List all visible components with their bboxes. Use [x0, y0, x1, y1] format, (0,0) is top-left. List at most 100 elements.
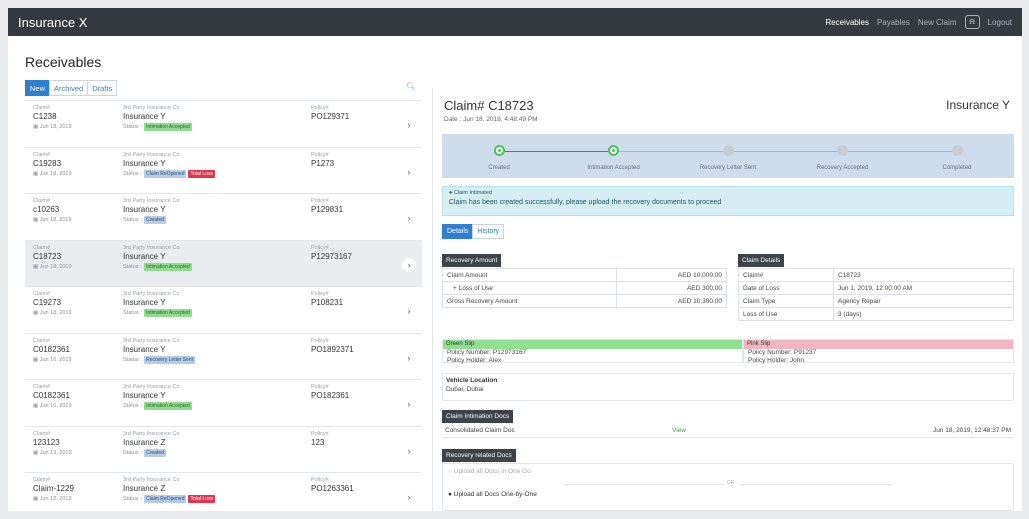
chevron-right-icon[interactable]: ›	[402, 444, 416, 458]
claim-detail-row: Claim Type Agency Repair	[738, 294, 1014, 308]
recovery-value: AED 10,300.00	[616, 294, 727, 308]
info-alert: ● Claim Intimated Claim has been created…	[442, 186, 1014, 216]
search-icon[interactable]: 🔍︎	[406, 82, 416, 91]
policy-label: Policy#	[311, 105, 329, 111]
claim-list-item[interactable]: Claim# C1238 ▦ Jun 18, 2019 3rd Party In…	[25, 100, 422, 147]
status-label: Status	[123, 263, 139, 270]
step-label: Created	[488, 165, 510, 171]
claim-list-item[interactable]: Claim# C0182361 ▦ Jun 16, 2019 3rd Party…	[25, 332, 422, 380]
insurer-name: Insurance Y	[123, 344, 166, 354]
claim-no-label: Claim#	[33, 430, 51, 437]
page-title: Receivables	[25, 54, 102, 70]
claim-detail-value: C18723	[833, 268, 1014, 282]
claim-date: Jun 18, 2019	[39, 170, 72, 177]
policy-no: 123	[311, 437, 325, 447]
policy-no: P108231	[311, 298, 344, 307]
insurer-label: 3rd Party Insurance Co	[123, 291, 180, 297]
chevron-right-icon[interactable]: ›	[402, 211, 416, 225]
bell-icon[interactable]: ⍾	[964, 15, 980, 29]
policy-no: P12973167	[311, 251, 352, 261]
claim-no-label: Claim#	[33, 477, 51, 483]
upload-options: ○ Upload all Docs in One Go OR ● Upload …	[442, 463, 1014, 511]
insurer-name: Insurance Y	[123, 391, 166, 400]
calendar-icon: ▦	[33, 356, 39, 363]
claim-no-label: Claim#	[33, 384, 51, 390]
policy-label: Policy#	[311, 477, 329, 483]
insurer-name: Insurance Z	[123, 484, 166, 493]
step-4: Recovery Accepted	[798, 145, 888, 171]
chevron-right-icon[interactable]: ›	[402, 257, 416, 272]
policy-label: Policy#	[311, 244, 329, 251]
nav-logout[interactable]: Logout	[988, 18, 1012, 27]
step-3: Recovery Letter Sent	[683, 145, 773, 171]
claim-list-item[interactable]: Claim# C19273 ▦ Jun 18, 2019 3rd Party I…	[25, 286, 422, 333]
status-badge: Intimation Accepted	[144, 402, 192, 410]
insurer-label: 3rd Party Insurance Co	[123, 430, 180, 437]
claim-no-label: Claim#	[33, 291, 51, 297]
policy-label: Policy#	[311, 291, 329, 297]
step-complete-icon	[608, 145, 619, 156]
recovery-value: AED 10,000.00	[616, 268, 727, 282]
radio-unchecked-icon[interactable]: ○	[448, 468, 452, 475]
claim-date: Jun 18, 2019	[39, 310, 72, 316]
claims-list-panel: New Archived Drafts 🔍︎ Claim# C1238 ▦ Ju…	[25, 80, 422, 511]
claim-list-item[interactable]: Claim# C18723 ▦ Jun 18, 2019 3rd Party I…	[25, 239, 422, 286]
nav-new-claim[interactable]: New Claim	[918, 18, 957, 27]
chevron-right-icon[interactable]: ›	[402, 397, 416, 411]
status-label: Status	[123, 403, 139, 409]
upload-each-option[interactable]: ● Upload all Docs One-by-One	[448, 491, 537, 498]
vehicle-location: Vehicle Location Dubai, Dubai	[442, 373, 1014, 401]
doc-row: Consolidated Claim Doc View Jun 18, 2019…	[442, 424, 1014, 438]
step-pending-icon	[837, 145, 848, 156]
calendar-icon: ▦	[33, 217, 39, 223]
chevron-right-icon[interactable]: ›	[402, 304, 416, 318]
claim-list-item[interactable]: Claim# C0182361 ▦ Jun 16, 2019 3rd Party…	[25, 379, 422, 426]
status-badge: Intimation Accepted	[144, 262, 192, 271]
brand-logo[interactable]: Insurance X	[18, 15, 87, 30]
insurer-name: Insurance Y	[123, 298, 166, 307]
status-label: Status	[123, 170, 139, 177]
tab-drafts[interactable]: Drafts	[87, 80, 118, 96]
chevron-right-icon[interactable]: ›	[402, 118, 416, 132]
chevron-right-icon[interactable]: ›	[402, 490, 416, 504]
insurer-label: 3rd Party Insurance Co	[123, 198, 180, 204]
green-slip: Green Slip Policy Number: P12973167 Poli…	[442, 339, 743, 364]
claim-date: Jun 16, 2019	[39, 403, 72, 409]
doc-view-link[interactable]: View	[672, 427, 686, 434]
status-label: Status	[123, 496, 139, 502]
tab-new[interactable]: New	[25, 80, 51, 96]
upload-each-label: Upload all Docs One-by-One	[453, 491, 537, 498]
recovery-label: Claim Amount	[442, 268, 617, 282]
step-pending-icon	[951, 145, 963, 156]
claim-date: Date : Jun 18, 2019, 4:48:49 PM	[444, 116, 538, 123]
pink-slip-policy: Policy Number: P91237	[748, 349, 817, 356]
policy-no: P129831	[311, 205, 344, 214]
tab-history[interactable]: History	[472, 224, 505, 239]
progress-stepper: Created Intimation Accepted Recovery Let…	[442, 134, 1014, 178]
tab-archived[interactable]: Archived	[49, 80, 89, 96]
chevron-right-icon[interactable]: ›	[402, 351, 416, 365]
claim-no: c10263	[33, 205, 60, 214]
tab-details[interactable]: Details	[442, 224, 474, 239]
calendar-icon: ▦	[33, 496, 39, 502]
list-tabs: New Archived Drafts	[25, 80, 422, 96]
claim-list-item[interactable]: Claim# 123123 ▦ Jun 13, 2019 3rd Party I…	[25, 425, 422, 473]
claim-list-item[interactable]: Claim# Claim-1229 ▦ Jun 12, 2019 3rd Par…	[25, 472, 422, 511]
recovery-label: Gross Recovery Amount	[442, 294, 617, 308]
claim-no-label: Claim#	[33, 105, 51, 111]
nav-payables[interactable]: Payables	[877, 18, 910, 27]
status-label: Status	[123, 124, 139, 130]
upload-all-option[interactable]: ○ Upload all Docs in One Go	[448, 468, 531, 475]
app-window: Insurance X Receivables Payables New Cla…	[8, 8, 1022, 511]
status-badge: Total Loss	[188, 495, 215, 503]
chevron-right-icon[interactable]: ›	[402, 165, 416, 179]
nav-receivables[interactable]: Receivables	[825, 18, 869, 27]
insurer-name: Insurance Y	[123, 251, 166, 261]
radio-checked-icon[interactable]: ●	[448, 491, 452, 498]
claim-list-item[interactable]: Claim# C19283 ▦ Jun 18, 2019 3rd Party I…	[25, 146, 422, 194]
claim-date: Jun 12, 2019	[39, 496, 72, 502]
status-label: Status	[123, 356, 139, 363]
claim-list-item[interactable]: Claim# c10263 ▦ Jun 18, 2019 3rd Party I…	[25, 193, 422, 240]
claim-title: Claim# C18723	[444, 98, 534, 113]
claim-no: 123123	[33, 437, 60, 447]
